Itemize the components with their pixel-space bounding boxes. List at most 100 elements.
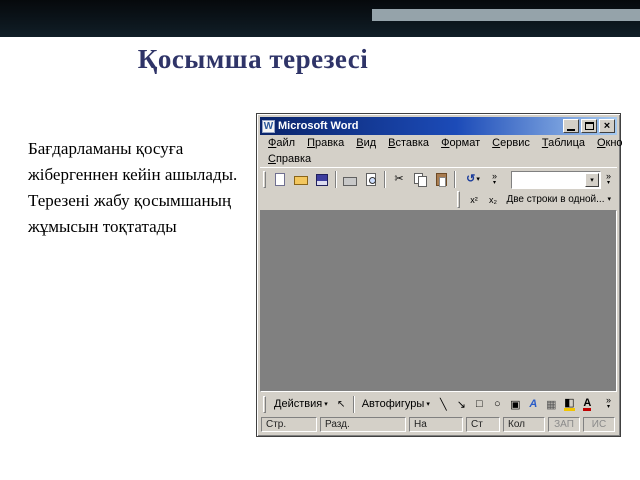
arrow-button[interactable]: ↘ [453,395,470,413]
fill-color-button[interactable]: ◧ [561,395,578,413]
select-objects-icon: ↖ [337,398,346,410]
window-controls: × [563,119,615,133]
new-document-button[interactable] [270,170,290,190]
cut-button[interactable]: ✂ [389,170,409,190]
standard-toolbar: ✂ ↺ ▾ » ▾ ▾ » ▾ [260,167,617,191]
window-title: Microsoft Word [278,120,359,132]
oval-icon: ○ [494,398,501,410]
header-band [0,0,640,37]
open-button[interactable] [291,170,311,190]
drawing-toolbar: Действия ▾ ↖ Автофигуры ▾ ╲ ↘ □ ○ ▣ A ▦ … [260,393,617,415]
autoshapes-label: Автофигуры [361,398,425,410]
print-preview-icon [366,173,376,186]
menu-bar-row2: Справка [260,151,617,167]
paste-icon [435,173,447,187]
save-button[interactable] [312,170,332,190]
select-objects-button[interactable]: ↖ [333,395,350,413]
superscript-icon: x² [470,194,478,205]
menu-edit[interactable]: Правка [301,136,350,151]
toolbar-grip[interactable] [457,191,461,208]
subscript-button[interactable]: x₂ [484,192,501,207]
font-color-button[interactable]: А [579,395,596,413]
menu-file[interactable]: Файл [262,136,301,151]
rectangle-icon: □ [476,398,483,410]
slide-title: Қосымша терезесі [137,44,369,74]
toolbar-grip[interactable] [263,171,266,188]
status-trk-mode: ИС [583,417,615,432]
fill-color-icon: ◧ [564,396,575,411]
subscript-icon: x₂ [488,194,497,205]
save-icon [316,173,328,186]
menu-help[interactable]: Справка [262,152,317,167]
status-line: Ст [466,417,500,432]
menu-table[interactable]: Таблица [536,136,591,151]
diagram-button[interactable]: ▦ [543,395,560,413]
toolbar-options-chevron[interactable]: » ▾ [488,170,501,187]
toolbar-separator [454,171,456,188]
two-lines-in-one-label: Две строки в одной... [506,194,605,205]
toolbar-separator [335,171,337,188]
paste-button[interactable] [431,170,451,190]
minimize-button[interactable] [563,119,579,133]
menu-insert[interactable]: Вставка [382,136,435,151]
undo-button[interactable]: ↺ ▾ [459,170,487,190]
menu-bar-row1: Файл Правка Вид Вставка Формат Сервис Та… [260,135,623,151]
line-icon: ╲ [440,398,447,411]
copy-icon [414,173,427,187]
menu-window[interactable]: Окно [591,136,629,151]
header-accent-bar [372,9,640,21]
menu-view[interactable]: Вид [350,136,382,151]
text-box-icon: ▣ [510,398,521,411]
status-section: Разд. [320,417,406,432]
status-page: Стр. [261,417,317,432]
wordart-icon: A [529,398,538,410]
menu-tools[interactable]: Сервис [486,136,536,151]
maximize-button[interactable] [581,119,597,133]
open-folder-icon [294,176,308,185]
menu-format[interactable]: Формат [435,136,486,151]
toolbar-options-chevron[interactable]: » ▾ [602,395,615,411]
print-preview-button[interactable] [361,170,381,190]
text-box-button[interactable]: ▣ [507,395,524,413]
combo-dropdown-icon[interactable]: ▾ [585,172,599,187]
dropdown-icon: ▾ [426,400,430,408]
chevron-icon: » [491,170,497,181]
close-button[interactable]: × [599,119,615,133]
status-column: Кол [503,417,545,432]
line-button[interactable]: ╲ [435,395,452,413]
draw-actions-label: Действия [274,398,323,410]
superscript-button[interactable]: x² [465,192,482,207]
rectangle-button[interactable]: □ [471,395,488,413]
status-at: На [409,417,463,432]
dropdown-icon: ▾ [324,400,328,408]
two-lines-in-one-dropdown[interactable]: Две строки в одной... ▾ [503,192,614,207]
cut-icon: ✂ [394,173,404,185]
status-bar: Стр. Разд. На Ст Кол ЗАП ИС [260,415,617,433]
arrow-icon: ↘ [456,398,466,411]
chevron-down-icon: ▾ [492,179,496,186]
minimize-icon [567,128,575,131]
slide-body-text: Бағдарламаны қосуға жібергеннен кейін аш… [28,139,238,236]
copy-button[interactable] [410,170,430,190]
undo-icon: ↺ [466,173,476,185]
print-button[interactable] [340,170,360,190]
undo-dropdown-icon: ▾ [476,176,480,183]
style-combobox[interactable]: ▾ [511,170,601,189]
diagram-icon: ▦ [546,398,557,411]
oval-button[interactable]: ○ [489,395,506,413]
toolbar-grip[interactable] [263,395,266,413]
chevron-icon: » [605,395,611,405]
window-titlebar[interactable]: W Microsoft Word × [260,117,617,135]
autoshapes-menu[interactable]: Автофигуры ▾ [358,396,434,412]
print-icon [343,177,357,186]
asian-layout-toolbar: x² x₂ Две строки в одной... ▾ [260,191,617,209]
wordart-button[interactable]: A [525,395,542,413]
toolbar-separator [352,395,355,413]
new-document-icon [275,173,285,186]
chevron-icon: » [605,170,611,181]
status-rec-mode: ЗАП [548,417,580,432]
draw-actions-menu[interactable]: Действия ▾ [270,396,332,412]
toolbar-options-chevron-right[interactable]: » ▾ [602,170,615,187]
document-area[interactable] [260,210,617,392]
word-app-icon: W [262,119,275,133]
